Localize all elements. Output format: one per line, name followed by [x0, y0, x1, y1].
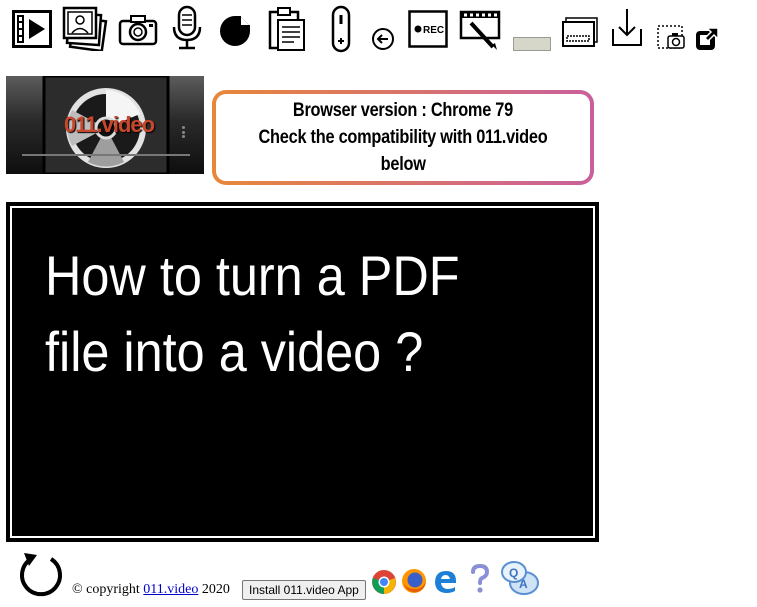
swatch-box: [513, 37, 551, 51]
video-player-icon[interactable]: [12, 10, 52, 48]
thumbnail-menu-icon[interactable]: [182, 126, 185, 138]
window-minimize-icon[interactable]: [561, 16, 599, 48]
copyright-year: 2020: [198, 582, 230, 597]
firefox-icon[interactable]: [401, 568, 427, 594]
record-label: REC: [423, 25, 444, 36]
presentation-stage[interactable]: How to turn a PDF file into a video ?: [6, 202, 599, 542]
chrome-icon[interactable]: [371, 569, 397, 595]
refresh-icon[interactable]: [18, 551, 64, 597]
clipboard-icon[interactable]: [268, 6, 306, 52]
compatibility-text: Check the compatibility with 011.video: [258, 127, 548, 148]
camera-icon[interactable]: [118, 14, 158, 46]
video-edit-icon[interactable]: [459, 9, 503, 51]
thumbnail-logo-text: 011.video: [64, 112, 155, 137]
copyright-link[interactable]: 011.video: [143, 582, 198, 597]
sticker-icon[interactable]: [218, 14, 252, 48]
record-icon[interactable]: REC: [408, 10, 448, 48]
microphone-icon[interactable]: [170, 5, 204, 51]
external-link-icon[interactable]: [694, 26, 720, 52]
thumbnail-progress-track[interactable]: [22, 154, 190, 156]
video-thumbnail[interactable]: 011.video: [6, 76, 204, 174]
browser-version-text: Browser version : Chrome 79: [292, 100, 514, 121]
screenshot-icon[interactable]: [656, 24, 686, 52]
back-arrow-icon[interactable]: [371, 27, 395, 51]
slider-icon[interactable]: [330, 5, 352, 53]
qa-chat-icon[interactable]: A Q: [500, 559, 540, 597]
help-question-icon[interactable]: [468, 563, 492, 595]
slide-title-line1: How to turn a PDF: [45, 244, 460, 307]
slide-title: How to turn a PDF file into a video ?: [45, 238, 513, 390]
color-swatch-icon[interactable]: [513, 37, 551, 51]
compatibility-text-below: below: [380, 154, 426, 175]
slide-title-line2: file into a video ?: [45, 320, 424, 383]
svg-text:Q: Q: [509, 566, 518, 580]
browser-info-box: Browser version : Chrome 79 Check the co…: [212, 90, 594, 185]
install-app-button[interactable]: Install 011.video App: [242, 580, 366, 600]
toolbar: REC: [0, 0, 757, 60]
photo-album-icon[interactable]: [62, 5, 108, 51]
download-icon[interactable]: [610, 7, 644, 49]
edge-icon[interactable]: [432, 568, 458, 594]
copyright-prefix: © copyright: [72, 582, 144, 597]
copyright-text: © copyright 011.video 2020: [72, 582, 230, 598]
